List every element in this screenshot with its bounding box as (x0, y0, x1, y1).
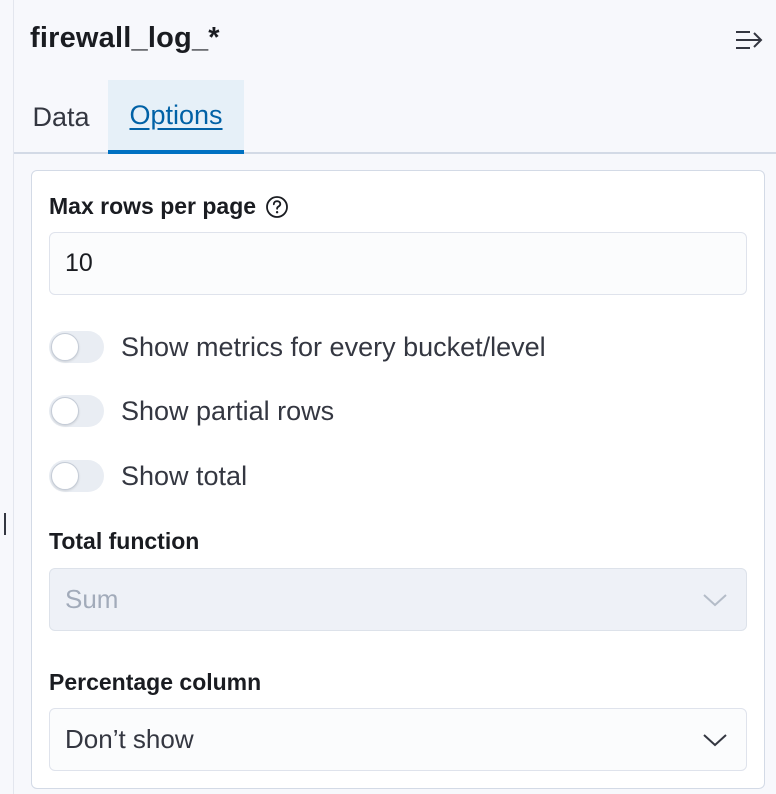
resize-handle[interactable] (4, 513, 6, 535)
collapse-right-arrow-icon (736, 31, 763, 49)
toggle-switch[interactable] (49, 395, 104, 427)
chevron-down-icon (702, 732, 728, 748)
total-function-select: Sum (49, 568, 747, 631)
total-function-value: Sum (65, 584, 119, 614)
switch-show-metrics-every-bucket[interactable]: Show metrics for every bucket/level (49, 330, 546, 364)
max-rows-field-label: Max rows per page (49, 193, 289, 220)
switch-label: Show metrics for every bucket/level (121, 331, 546, 362)
editor-tabs: Data Options (14, 80, 776, 154)
tab-data[interactable]: Data (14, 80, 108, 154)
collapse-sidebar-button[interactable] (732, 24, 766, 56)
toggle-switch[interactable] (49, 460, 104, 492)
question-circle-icon[interactable] (265, 195, 289, 219)
percentage-column-label: Percentage column (49, 669, 262, 695)
toggle-switch[interactable] (49, 331, 104, 363)
percentage-column-select[interactable]: Don’t show (49, 708, 747, 771)
chevron-down-icon (702, 592, 728, 608)
editor-header: firewall_log_* (14, 0, 776, 80)
max-rows-label: Max rows per page (49, 193, 257, 219)
switch-show-total[interactable]: Show total (49, 459, 247, 493)
switch-show-partial-rows[interactable]: Show partial rows (49, 394, 334, 428)
options-panel: Max rows per page Show metrics for every… (31, 170, 765, 789)
max-rows-input[interactable] (49, 232, 747, 295)
switch-label: Show partial rows (121, 395, 335, 426)
total-function-label: Total function (49, 528, 200, 554)
tab-options[interactable]: Options (108, 80, 244, 154)
index-pattern-title: firewall_log_* (30, 22, 220, 54)
switch-label: Show total (121, 460, 248, 491)
percentage-column-value: Don’t show (65, 724, 194, 754)
